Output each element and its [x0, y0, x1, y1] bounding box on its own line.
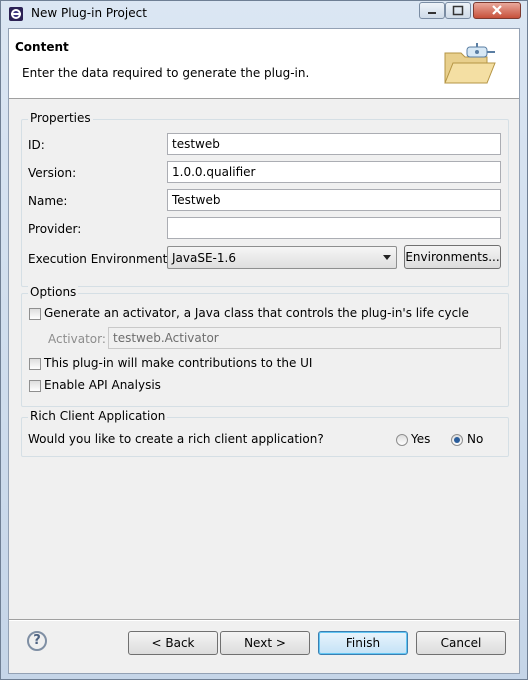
next-button[interactable]: Next >	[220, 631, 310, 655]
ui-contributions-checkbox[interactable]	[29, 358, 41, 370]
footer-separator	[9, 619, 519, 621]
execution-environment-value: JavaSE-1.6	[172, 251, 236, 265]
activator-label: Activator:	[48, 332, 106, 346]
properties-group: Properties ID: testweb Version: 1.0.0.qu…	[21, 111, 509, 287]
rich-client-question: Would you like to create a rich client a…	[28, 432, 324, 446]
dialog-window: New Plug-in Project Content Enter the da…	[0, 0, 528, 680]
ui-contributions-label[interactable]: This plug-in will make contributions to …	[44, 356, 312, 370]
generate-activator-label[interactable]: Generate an activator, a Java class that…	[44, 306, 469, 320]
id-label: ID:	[28, 138, 45, 152]
help-icon[interactable]: ?	[27, 631, 47, 651]
maximize-button[interactable]	[445, 2, 471, 19]
version-field[interactable]: 1.0.0.qualifier	[167, 161, 501, 183]
generate-activator-checkbox[interactable]	[29, 308, 41, 320]
close-icon	[492, 5, 502, 15]
rich-client-no-label[interactable]: No	[467, 432, 483, 446]
provider-field[interactable]	[167, 217, 501, 239]
execution-environment-label: Execution Environment:	[28, 252, 172, 266]
minimize-icon	[428, 12, 436, 14]
options-group-label: Options	[28, 285, 79, 299]
rich-client-group-label: Rich Client Application	[28, 409, 168, 423]
execution-environment-select[interactable]: JavaSE-1.6	[167, 246, 397, 269]
wizard-page: Properties ID: testweb Version: 1.0.0.qu…	[9, 99, 519, 627]
environments-button[interactable]: Environments...	[404, 245, 501, 269]
options-group: Options Generate an activator, a Java cl…	[21, 285, 509, 407]
finish-button[interactable]: Finish	[318, 631, 408, 655]
name-label: Name:	[28, 194, 68, 208]
api-analysis-label[interactable]: Enable API Analysis	[44, 378, 161, 392]
rich-client-yes-radio[interactable]	[396, 434, 408, 446]
back-button[interactable]: < Back	[128, 631, 218, 655]
title-bar[interactable]: New Plug-in Project	[1, 1, 527, 27]
cancel-button[interactable]: Cancel	[416, 631, 506, 655]
activator-field[interactable]: testweb.Activator	[108, 327, 501, 349]
provider-label: Provider:	[28, 222, 82, 236]
dialog-client-area: Content Enter the data required to gener…	[8, 28, 520, 674]
id-field[interactable]: testweb	[167, 133, 501, 155]
name-field[interactable]: Testweb	[167, 189, 501, 211]
properties-group-label: Properties	[28, 111, 93, 125]
page-title: Content	[15, 40, 69, 54]
rich-client-group: Rich Client Application Would you like t…	[21, 409, 509, 457]
eclipse-icon	[9, 7, 23, 21]
rich-client-no-radio[interactable]	[451, 434, 463, 446]
wizard-header: Content Enter the data required to gener…	[9, 29, 519, 99]
api-analysis-checkbox[interactable]	[29, 380, 41, 392]
rich-client-yes-label[interactable]: Yes	[411, 432, 430, 446]
page-description: Enter the data required to generate the …	[22, 66, 310, 80]
folder-plugin-icon	[444, 43, 496, 84]
dropdown-arrow-icon	[383, 255, 391, 260]
minimize-button[interactable]	[419, 2, 445, 19]
maximize-icon	[452, 5, 464, 16]
window-title: New Plug-in Project	[31, 6, 147, 20]
close-button[interactable]	[473, 2, 521, 19]
version-label: Version:	[28, 166, 77, 180]
